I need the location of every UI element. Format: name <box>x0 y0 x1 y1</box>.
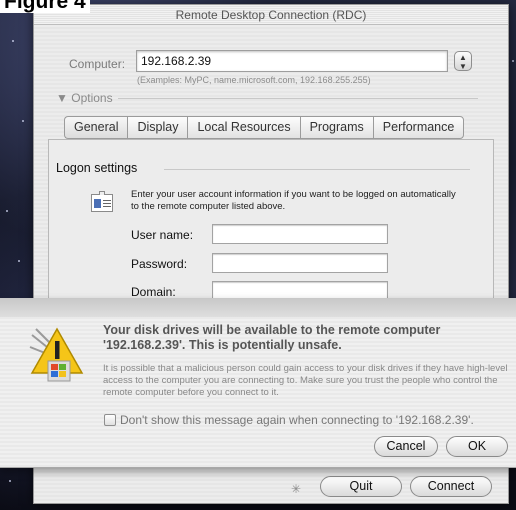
options-divider <box>118 98 478 99</box>
warning-heading: Your disk drives will be available to th… <box>103 323 441 352</box>
tab-local-resources[interactable]: Local Resources <box>187 116 300 139</box>
user-name-label: User name: <box>131 228 194 242</box>
computer-stepper-button[interactable]: ▲ ▼ <box>454 51 472 71</box>
computer-label: Computer: <box>69 57 126 71</box>
ok-button[interactable]: OK <box>446 436 508 457</box>
domain-label: Domain: <box>131 285 176 299</box>
quit-button[interactable]: Quit <box>320 476 402 497</box>
disk-warning-sheet: Your disk drives will be available to th… <box>0 298 516 468</box>
cancel-button[interactable]: Cancel <box>374 436 438 457</box>
logon-settings-title: Logon settings <box>56 161 138 175</box>
tab-programs[interactable]: Programs <box>299 116 373 139</box>
tab-general[interactable]: General <box>64 116 128 139</box>
star <box>18 260 20 262</box>
computer-examples-hint: (Examples: MyPC, name.microsoft.com, 192… <box>137 75 371 85</box>
password-input[interactable] <box>212 253 388 273</box>
arrow-down-icon: ▼ <box>459 62 467 71</box>
figure-caption: Figure 4 <box>0 0 90 13</box>
dont-show-again-checkbox[interactable] <box>104 414 116 426</box>
arrow-up-icon: ▲ <box>459 53 467 62</box>
warning-body: It is possible that a malicious person c… <box>103 363 508 398</box>
options-label: Options <box>71 91 113 105</box>
star <box>9 480 11 482</box>
options-disclosure[interactable]: ▼ Options <box>56 91 113 105</box>
disclosure-triangle-icon: ▼ <box>56 91 68 105</box>
user-name-input[interactable] <box>212 224 388 244</box>
id-card-icon <box>91 191 113 212</box>
star <box>512 60 514 62</box>
logon-divider <box>164 169 470 170</box>
connect-button[interactable]: Connect <box>410 476 492 497</box>
star <box>6 210 8 212</box>
window-title: Remote Desktop Connection (RDC) <box>34 5 508 25</box>
star <box>12 40 14 42</box>
tab-performance[interactable]: Performance <box>372 116 465 139</box>
progress-spinner-icon: ✳ <box>290 482 302 496</box>
computer-input[interactable]: 192.168.2.39 <box>136 50 448 72</box>
tab-display[interactable]: Display <box>127 116 188 139</box>
star <box>22 120 24 122</box>
password-label: Password: <box>131 257 188 271</box>
logon-description: Enter your user account information if y… <box>131 189 456 212</box>
dont-show-again-label[interactable]: Don't show this message again when conne… <box>120 413 474 427</box>
warning-icon <box>29 327 84 382</box>
tab-bar: General Display Local Resources Programs… <box>64 116 465 140</box>
sheet-top-edge <box>0 299 516 317</box>
